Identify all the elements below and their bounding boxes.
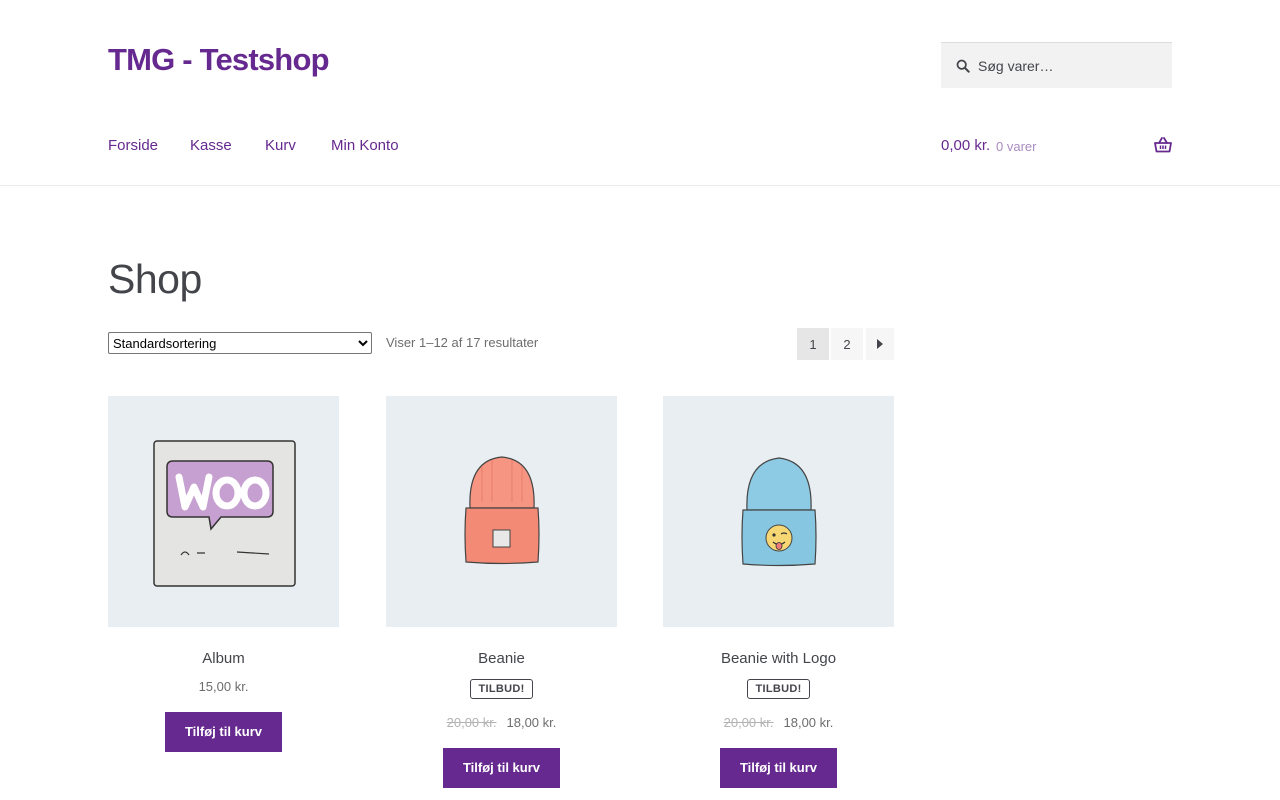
nav-item-forside[interactable]: Forside <box>108 137 158 154</box>
sort-select[interactable]: Standardsortering <box>108 332 372 354</box>
nav-item-kasse[interactable]: Kasse <box>190 137 232 154</box>
site-title[interactable]: TMG - Testshop <box>108 42 330 78</box>
orange-beanie-image <box>463 455 540 564</box>
product-name[interactable]: Album <box>108 650 339 670</box>
current-price: 18,00 kr. <box>506 715 557 730</box>
old-price: 20,00 kr. <box>446 715 497 730</box>
cart-amount[interactable]: 0,00 kr. <box>941 137 990 154</box>
product-image[interactable] <box>108 396 339 627</box>
product-price: 15,00 kr. <box>108 679 339 694</box>
caret-right-icon <box>877 339 883 349</box>
search-icon <box>956 59 970 73</box>
sale-badge: TILBUD! <box>470 679 533 699</box>
product-card: Beanie TILBUD! 20,00 kr. 18,00 kr. Tilføj… <box>386 396 617 788</box>
add-to-cart-button[interactable]: Tilføj til kurv <box>164 712 283 752</box>
nav-item-kurv[interactable]: Kurv <box>265 137 296 154</box>
page-title: Shop <box>108 256 202 302</box>
header-cart[interactable]: 0,00 kr. 0 varer <box>941 137 1172 157</box>
old-price: 20,00 kr. <box>723 715 774 730</box>
product-card: Album 15,00 kr. Tilføj til kurv <box>108 396 339 752</box>
sale-badge: TILBUD! <box>747 679 810 699</box>
add-to-cart-button[interactable]: Tilføj til kurv <box>442 748 561 788</box>
current-price: 18,00 kr. <box>783 715 834 730</box>
add-to-cart-button[interactable]: Tilføj til kurv <box>719 748 838 788</box>
result-count: Viser 1–12 af 17 resultater <box>386 335 539 350</box>
cart-count[interactable]: 0 varer <box>996 139 1036 154</box>
search-input[interactable] <box>978 57 1158 74</box>
next-page-button[interactable] <box>866 328 894 360</box>
header-divider <box>0 185 1280 186</box>
current-price: 15,00 kr. <box>198 679 249 694</box>
page-1-current: 1 <box>797 328 829 360</box>
page-2-link[interactable]: 2 <box>831 328 863 360</box>
product-image[interactable] <box>386 396 617 627</box>
basket-icon[interactable] <box>1154 137 1172 153</box>
woo-album-image <box>152 439 296 587</box>
product-name[interactable]: Beanie with Logo <box>663 650 894 670</box>
product-image[interactable] <box>663 396 894 627</box>
nav-item-min-konto[interactable]: Min Konto <box>331 137 399 154</box>
product-price: 20,00 kr. 18,00 kr. <box>386 715 617 730</box>
product-name[interactable]: Beanie <box>386 650 617 670</box>
product-card: Beanie with Logo TILBUD! 20,00 kr. 18,00 … <box>663 396 894 788</box>
search-bar[interactable] <box>941 42 1172 88</box>
blue-beanie-image <box>740 456 817 566</box>
product-price: 20,00 kr. 18,00 kr. <box>663 715 894 730</box>
